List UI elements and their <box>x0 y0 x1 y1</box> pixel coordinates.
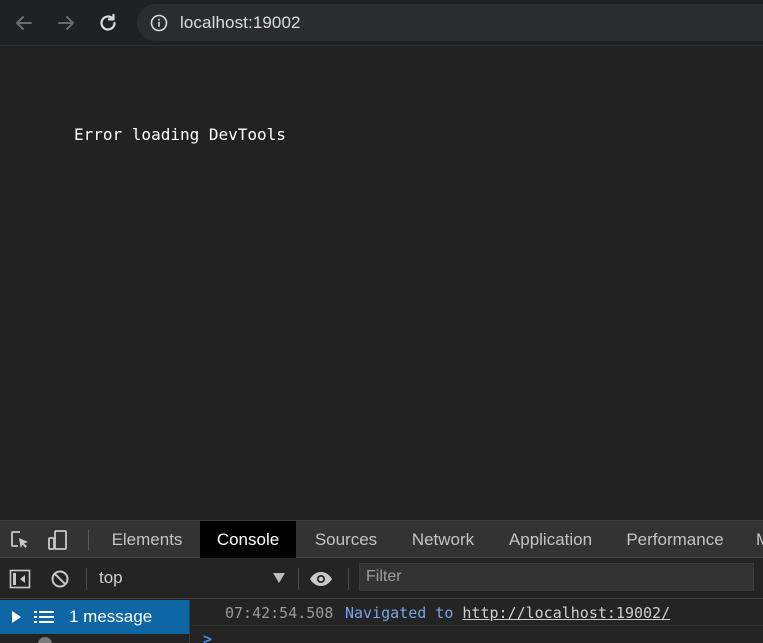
eye-icon <box>310 572 332 586</box>
log-timestamp: 07:42:54.508 <box>225 604 334 622</box>
log-link[interactable]: http://localhost:19002/ <box>462 604 670 622</box>
log-message-prefix: Navigated to <box>345 604 454 622</box>
console-toolbar-separator <box>298 568 299 590</box>
device-toolbar-icon <box>48 530 67 550</box>
reload-icon <box>100 13 116 31</box>
page-viewport: Error loading DevTools <box>0 47 763 520</box>
error-message: Error loading DevTools <box>74 125 286 144</box>
console-sidebar: 1 message <box>0 600 190 643</box>
back-button[interactable] <box>10 9 38 37</box>
console-output: 07:42:54.508 Navigated to http://localho… <box>191 600 763 643</box>
browser-toolbar: localhost:19002 <box>0 0 763 46</box>
live-expression-button[interactable] <box>309 568 333 590</box>
address-bar[interactable]: localhost:19002 <box>137 4 763 41</box>
tabbar-separator <box>88 530 89 550</box>
clear-console-icon <box>51 570 69 588</box>
tab-performance[interactable]: Performance <box>614 521 736 558</box>
browser-window: localhost:19002 Error loading DevTools E… <box>0 0 763 643</box>
forward-button[interactable] <box>52 9 80 37</box>
sidebar-item-label: 1 message <box>69 607 153 626</box>
sidebar-toggle-icon <box>9 569 31 589</box>
log-entry: 07:42:54.508 Navigated to http://localho… <box>191 600 763 626</box>
context-selector[interactable]: top <box>99 568 289 590</box>
info-icon[interactable] <box>150 14 168 32</box>
devtools-panel: Elements Console Sources Network Applica… <box>0 520 763 643</box>
chevron-down-icon <box>273 573 285 583</box>
sidebar-item-icon <box>38 637 52 643</box>
log-message: Navigated to http://localhost:19002/ <box>345 604 670 622</box>
list-icon <box>34 611 54 623</box>
tab-elements[interactable]: Elements <box>98 521 196 558</box>
tab-network[interactable]: Network <box>398 521 488 558</box>
context-selector-value: top <box>99 568 123 587</box>
console-prompt[interactable]: > <box>203 630 212 643</box>
expand-triangle-icon[interactable] <box>12 611 21 623</box>
reload-button[interactable] <box>94 9 122 37</box>
console-toolbar-separator <box>86 568 87 590</box>
tab-sources[interactable]: Sources <box>302 521 390 558</box>
back-arrow-icon <box>16 16 32 30</box>
console-toolbar-separator <box>348 568 349 590</box>
tab-more[interactable]: M <box>756 521 763 558</box>
console-toolbar: top <box>0 559 763 599</box>
tab-console[interactable]: Console <box>200 521 296 558</box>
device-toolbar-button[interactable] <box>46 528 70 552</box>
tab-application[interactable]: Application <box>498 521 603 558</box>
filter-input[interactable] <box>359 563 754 591</box>
forward-arrow-icon <box>58 16 74 30</box>
sidebar-toggle-button[interactable] <box>8 568 32 590</box>
devtools-tabbar: Elements Console Sources Network Applica… <box>0 521 763 558</box>
sidebar-item-messages[interactable]: 1 message <box>0 600 189 634</box>
url-text[interactable]: localhost:19002 <box>180 13 301 33</box>
inspect-element-icon <box>11 531 28 549</box>
inspect-element-button[interactable] <box>8 528 32 552</box>
clear-console-button[interactable] <box>48 568 72 590</box>
